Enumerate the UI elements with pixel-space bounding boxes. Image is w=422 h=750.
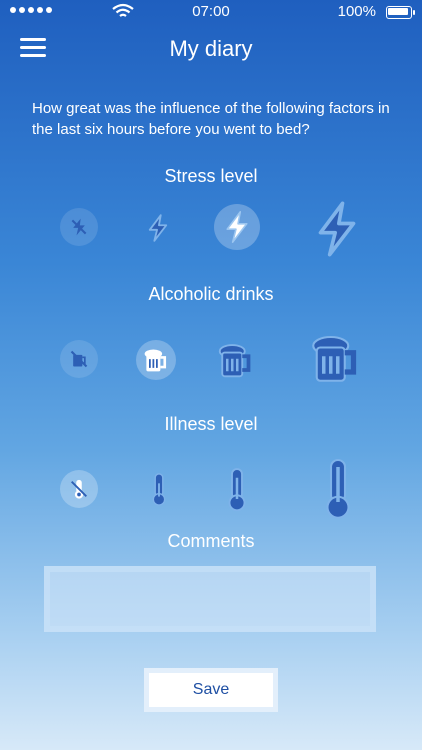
nav-bar: My diary [0,24,422,74]
alcohol-option-high[interactable] [304,326,368,390]
alcohol-option-none[interactable] [60,340,98,378]
illness-option-low[interactable] [145,470,173,508]
no-alcohol-icon [70,350,88,368]
lightning-small-icon [148,214,168,242]
save-button[interactable]: Save [144,668,278,712]
illness-option-medium[interactable] [220,464,254,514]
stress-option-low[interactable] [140,210,176,246]
no-stress-icon [71,218,87,236]
beer-large-icon [312,335,357,382]
alcoholic-drinks-label: Alcoholic drinks [148,284,274,304]
alcohol-option-medium[interactable] [210,334,262,386]
beer-medium-icon [218,344,251,378]
question-text: How great was the influence of the follo… [32,100,390,138]
lightning-medium-icon [226,211,248,243]
no-illness-icon [71,479,87,499]
status-bar: 07:00 100% [0,0,422,24]
illness-level-label: Illness level [164,414,258,434]
stress-option-high[interactable] [310,198,364,260]
thermometer-large-icon [326,458,350,519]
comments-label: Comments [167,531,255,551]
alcohol-option-low[interactable] [136,340,176,380]
thermometer-small-icon [152,473,166,506]
page-title: My diary [169,36,253,61]
battery-percent: 100% [337,3,376,20]
stress-option-none[interactable] [60,208,98,246]
stress-level-label: Stress level [164,166,258,186]
illness-option-none[interactable] [60,470,98,508]
comments-input[interactable] [44,566,376,632]
battery-icon [386,6,415,19]
illness-option-high[interactable] [318,454,358,522]
beer-small-icon [144,349,167,372]
lightning-large-icon [318,201,356,257]
thermometer-medium-icon [228,468,246,512]
stress-option-medium[interactable] [214,204,260,250]
